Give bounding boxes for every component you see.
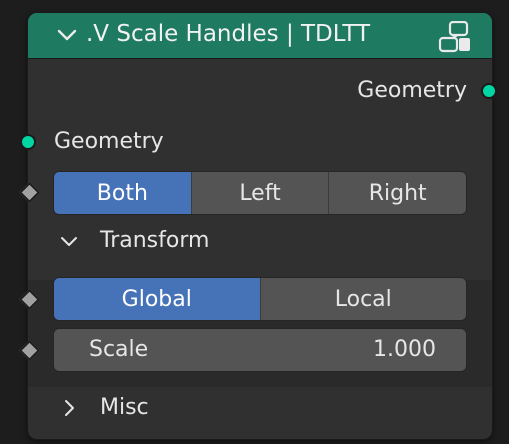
chevron-down-icon[interactable] bbox=[59, 232, 79, 252]
output-geometry-label: Geometry bbox=[357, 78, 467, 103]
scale-value: 1.000 bbox=[373, 337, 436, 362]
geometry-socket-icon[interactable] bbox=[481, 83, 497, 99]
panel-transform-header[interactable]: Transform bbox=[100, 228, 209, 253]
node-title: .V Scale Handles | TDLTT bbox=[86, 21, 371, 47]
geometry-socket-icon[interactable] bbox=[20, 134, 36, 150]
mode-option-right[interactable]: Right bbox=[328, 172, 466, 214]
chevron-down-icon[interactable] bbox=[55, 23, 79, 47]
mode-option-left[interactable]: Left bbox=[190, 172, 329, 214]
mode-option-both[interactable]: Both bbox=[54, 172, 191, 214]
scale-label: Scale bbox=[89, 337, 149, 362]
node-group-icon bbox=[438, 21, 470, 53]
mode-selector[interactable]: Both Left Right bbox=[53, 171, 467, 215]
input-geometry-label: Geometry bbox=[54, 129, 164, 154]
scale-field[interactable]: Scale 1.000 bbox=[53, 328, 467, 372]
panel-misc-header[interactable]: Misc bbox=[100, 395, 149, 420]
node-header[interactable]: .V Scale Handles | TDLTT bbox=[28, 13, 492, 59]
chevron-right-icon[interactable] bbox=[60, 398, 80, 418]
space-option-local[interactable]: Local bbox=[259, 278, 466, 320]
node-frame[interactable]: .V Scale Handles | TDLTT Geometry Geomet… bbox=[27, 12, 493, 440]
space-selector[interactable]: Global Local bbox=[53, 277, 467, 321]
space-option-global[interactable]: Global bbox=[54, 278, 260, 320]
